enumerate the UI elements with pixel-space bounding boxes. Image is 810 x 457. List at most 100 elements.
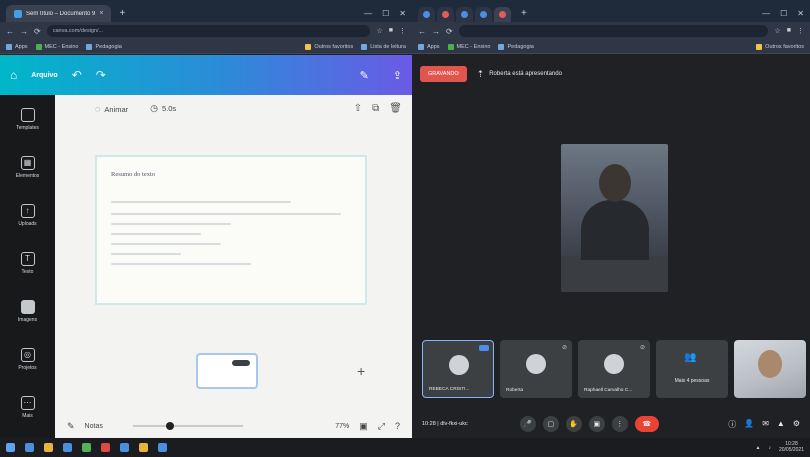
zoom-slider[interactable]: [132, 422, 243, 430]
redo-icon[interactable]: ↷: [96, 68, 106, 82]
page-thumbnail[interactable]: [196, 353, 258, 389]
text-line[interactable]: [111, 243, 221, 245]
minimize-icon[interactable]: —: [364, 9, 372, 18]
extensions-icon[interactable]: ■: [787, 27, 791, 35]
zoom-level[interactable]: 77%: [335, 423, 349, 430]
bookmark-item[interactable]: MEC - Ensino: [447, 43, 490, 50]
bookmark-item[interactable]: Apps: [418, 43, 440, 50]
text-line[interactable]: [111, 263, 251, 265]
close-tab-icon[interactable]: ×: [99, 10, 103, 17]
extensions-icon[interactable]: ■: [389, 27, 393, 35]
delete-page-icon[interactable]: 🗑: [389, 103, 402, 114]
sidebar-item-text[interactable]: T Texto: [0, 239, 55, 287]
bookmark-item[interactable]: Pedagogia: [86, 43, 122, 50]
address-bar[interactable]: [458, 25, 769, 37]
browser-tab-meet[interactable]: [494, 7, 511, 22]
sidebar-item-templates[interactable]: Templates: [0, 95, 55, 143]
fullscreen-icon[interactable]: ⤢: [378, 421, 385, 432]
text-line[interactable]: [111, 233, 201, 235]
browser-tab[interactable]: [418, 7, 435, 22]
volume-icon[interactable]: ♪: [768, 445, 771, 451]
end-call-button[interactable]: ☎: [634, 416, 659, 432]
zoom-slider-knob[interactable]: [165, 422, 174, 430]
browser-tab[interactable]: [456, 7, 473, 22]
duration-button[interactable]: ◷ 5.0s: [150, 103, 176, 114]
participant-camera-tile[interactable]: [734, 340, 806, 398]
page-count-icon[interactable]: ▣: [359, 421, 368, 432]
back-icon[interactable]: ←: [6, 27, 14, 36]
sidebar-item-more[interactable]: ⋯ Mais: [0, 383, 55, 431]
maximize-icon[interactable]: ☐: [780, 9, 787, 18]
star-icon[interactable]: ☆: [376, 27, 382, 35]
maximize-icon[interactable]: ☐: [382, 9, 389, 18]
start-icon[interactable]: [6, 443, 15, 452]
office-icon[interactable]: [101, 443, 110, 452]
raise-hand-button[interactable]: ✋: [565, 416, 582, 432]
main-speaker-video[interactable]: [561, 144, 668, 292]
people-icon[interactable]: 👤: [744, 419, 754, 430]
file-menu[interactable]: Arquivo: [31, 72, 57, 79]
bookmark-item[interactable]: MEC - Ensino: [35, 43, 78, 50]
close-window-icon[interactable]: ✕: [399, 9, 406, 18]
share-icon[interactable]: ⇪: [393, 69, 402, 82]
add-page-button[interactable]: +: [357, 363, 365, 379]
reload-icon[interactable]: ⟳: [34, 27, 41, 36]
bookmark-folder[interactable]: Outros favoritos: [756, 43, 804, 50]
info-icon[interactable]: ⓘ: [728, 419, 736, 430]
text-line[interactable]: [111, 253, 181, 255]
minimize-icon[interactable]: —: [762, 9, 770, 18]
address-bar[interactable]: canva.com/design/...: [46, 25, 371, 37]
home-icon[interactable]: ⌂: [10, 68, 17, 82]
menu-icon[interactable]: ⋮: [797, 27, 804, 35]
chrome-icon[interactable]: [82, 443, 91, 452]
sidebar-item-uploads[interactable]: ↑ Uploads: [0, 191, 55, 239]
file-explorer-icon[interactable]: [44, 443, 53, 452]
sidebar-item-elements[interactable]: ▦ Elementos: [0, 143, 55, 191]
sidebar-item-images[interactable]: Imagens: [0, 287, 55, 335]
more-participants-tile[interactable]: 👥 Mais 4 pessoas: [656, 340, 728, 398]
word-icon[interactable]: [120, 443, 129, 452]
browser-tab-canva[interactable]: Sem título – Documento 9 ×: [6, 5, 112, 22]
present-button[interactable]: ▣: [588, 416, 605, 432]
help-icon[interactable]: ?: [395, 421, 400, 431]
activities-icon[interactable]: ▲: [777, 419, 785, 430]
chat-icon[interactable]: ✉: [762, 419, 769, 430]
forward-icon[interactable]: →: [432, 27, 440, 36]
duplicate-page-icon[interactable]: ⧉: [372, 103, 379, 114]
new-tab-button[interactable]: +: [521, 8, 527, 19]
design-page[interactable]: Resumo do texto: [95, 155, 367, 305]
app-icon[interactable]: [158, 443, 167, 452]
back-icon[interactable]: ←: [418, 27, 426, 36]
undo-icon[interactable]: ↶: [72, 68, 82, 82]
text-line[interactable]: [111, 223, 231, 225]
browser-tab[interactable]: [437, 7, 454, 22]
browser-tab[interactable]: [475, 7, 492, 22]
text-line[interactable]: [111, 201, 291, 203]
camera-button[interactable]: ▢: [542, 416, 559, 432]
page-title[interactable]: Resumo do texto: [111, 171, 155, 178]
bookmark-item[interactable]: Pedagogia: [498, 43, 534, 50]
participant-tile-self[interactable]: REBECA CRISTI...: [422, 340, 494, 398]
folder-icon[interactable]: [139, 443, 148, 452]
close-window-icon[interactable]: ✕: [797, 9, 804, 18]
sidebar-item-projects[interactable]: ◎ Projetos: [0, 335, 55, 383]
bookmark-item[interactable]: Apps: [6, 43, 28, 50]
lock-icon[interactable]: ⚙: [793, 419, 800, 430]
participant-tile[interactable]: ⊘ Raphaell Carvalho C...: [578, 340, 650, 398]
page-up-icon[interactable]: ⇧: [354, 103, 362, 114]
text-line[interactable]: [111, 213, 341, 215]
bookmark-folder[interactable]: Outros favoritos: [305, 43, 353, 50]
taskbar-clock[interactable]: 10:28 20/05/2021: [779, 441, 804, 453]
edge-icon[interactable]: [63, 443, 72, 452]
new-tab-button[interactable]: +: [119, 8, 125, 19]
mic-button[interactable]: 🎤: [519, 416, 536, 432]
forward-icon[interactable]: →: [20, 27, 28, 36]
menu-icon[interactable]: ⋮: [399, 27, 406, 35]
reading-list[interactable]: Lista de leitura: [361, 43, 406, 50]
star-icon[interactable]: ☆: [774, 27, 780, 35]
animate-button[interactable]: ◌ Animar: [95, 104, 128, 114]
participant-tile[interactable]: ⊘ Roberta: [500, 340, 572, 398]
network-icon[interactable]: ▲: [756, 445, 761, 451]
notes-button[interactable]: Notas: [85, 423, 103, 430]
more-options-button[interactable]: ⋮: [611, 416, 628, 432]
